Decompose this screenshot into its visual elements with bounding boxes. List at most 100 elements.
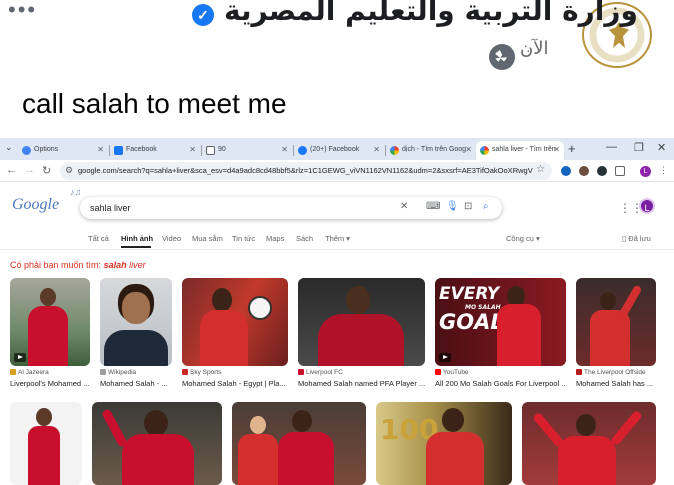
filter-video[interactable]: Video (162, 234, 181, 243)
player-shirt (318, 314, 404, 366)
new-tab-plus-icon[interactable]: + (568, 141, 576, 156)
tab-facebook-notifications[interactable]: (20+) Facebook ✕ (294, 141, 384, 160)
extension-icon[interactable] (561, 166, 571, 176)
close-tab-icon[interactable]: ✕ (97, 145, 104, 154)
filter-shopping[interactable]: Mua sắm (192, 234, 223, 243)
result-thumbnail[interactable] (576, 278, 656, 366)
filter-news[interactable]: Tin tức (232, 234, 255, 243)
player-shirt (590, 310, 630, 366)
tab-label: Options (34, 146, 59, 153)
google-logo[interactable]: Google ♪♫ (12, 187, 81, 214)
google-account-avatar[interactable]: L (639, 198, 655, 214)
close-tab-icon[interactable]: ✕ (465, 145, 472, 154)
result-thumbnail[interactable] (232, 402, 366, 485)
result-thumbnail[interactable] (10, 278, 90, 366)
forward-arrow-icon[interactable]: → (24, 164, 35, 176)
source-name: The Liverpool Offside (584, 369, 646, 376)
filter-more[interactable]: Thêm ▾ (325, 234, 350, 243)
filter-maps[interactable]: Maps (266, 234, 284, 243)
clear-search-icon[interactable]: ✕ (400, 201, 408, 212)
back-arrow-icon[interactable]: ← (6, 164, 17, 176)
did-you-mean[interactable]: Có phải bạn muốn tìm: salah liver (10, 260, 146, 270)
browser-profile-avatar[interactable]: L (640, 166, 651, 177)
site-info-icon[interactable]: ⚙ (65, 165, 73, 176)
browser-menu-icon[interactable]: ⋮ (659, 165, 668, 176)
result-thumbnail[interactable]: EVERY MO SALAH GOAL (435, 278, 566, 366)
source-name: Liverpool FC (306, 369, 343, 376)
image-result[interactable] (232, 402, 366, 485)
tools-menu[interactable]: Công cụ ▾ (506, 234, 540, 243)
result-caption[interactable]: Liverpool's Mohamed ... (10, 379, 92, 388)
tab-search-chevron-icon[interactable]: ⌄ (5, 142, 13, 153)
tab-90[interactable]: 90 ✕ (202, 141, 292, 160)
address-bar[interactable]: ⚙ google.com/search?q=sahla+liver&sca_es… (60, 162, 552, 180)
search-icon[interactable]: ⌕ (483, 201, 489, 212)
post-time[interactable]: الآن (520, 38, 549, 59)
search-filter-bar: Tất cả Hình ảnh Video Mua sắm Tin tức Ma… (0, 232, 674, 248)
extension-icon[interactable] (597, 166, 607, 176)
source-favicon-icon (10, 369, 16, 375)
filter-images[interactable]: Hình ảnh (121, 234, 153, 243)
search-box[interactable]: ✕ ⌨ 🎙 ⊡ ⌕ (80, 197, 502, 219)
page-name[interactable]: وزارة التربية والتعليم المصرية (224, 0, 638, 27)
options-tab-icon (22, 146, 31, 155)
result-thumbnail[interactable] (10, 402, 82, 485)
image-result[interactable] (522, 402, 656, 485)
bookmark-icon: ▯ (622, 234, 627, 243)
extensions-puzzle-icon[interactable] (615, 166, 625, 176)
image-result[interactable]: Wikipedia Mohamed Salah - ... (100, 278, 172, 393)
player-head (346, 286, 370, 314)
player-shirt (278, 432, 334, 485)
result-thumbnail[interactable] (298, 278, 425, 366)
result-thumbnail[interactable] (522, 402, 656, 485)
result-caption[interactable]: All 200 Mo Salah Goals For Liverpool ... (435, 379, 566, 388)
minimize-icon[interactable]: — (606, 141, 617, 153)
result-caption[interactable]: Mohamed Salah named PFA Player ... (298, 379, 425, 388)
image-result[interactable]: Liverpool FC Mohamed Salah named PFA Pla… (298, 278, 425, 393)
search-input[interactable] (88, 201, 388, 215)
close-tab-icon[interactable]: ✕ (373, 145, 380, 154)
microphone-icon[interactable]: 🎙 (446, 201, 459, 212)
tab-facebook[interactable]: Facebook ✕ (110, 141, 200, 160)
tab-google-translate-search[interactable]: dịch - Tìm trên Goog ✕ (386, 141, 476, 160)
result-caption[interactable]: Mohamed Salah has ... (576, 379, 656, 388)
keyboard-icon[interactable]: ⌨ (426, 201, 440, 212)
result-caption[interactable]: Mohamed Salah - Egypt | Pla... (182, 379, 288, 388)
result-source: Sky Sports (182, 369, 221, 376)
maximize-icon[interactable]: ❐ (634, 141, 644, 154)
more-options-icon[interactable]: ••• (8, 0, 37, 21)
image-result[interactable]: The Liverpool Offside Mohamed Salah has … (576, 278, 656, 393)
player-raised-arm (610, 409, 643, 447)
tab-label: dịch - Tìm trên Goog (402, 146, 467, 153)
filter-books[interactable]: Sách (296, 234, 313, 243)
close-tab-icon[interactable]: ✕ (553, 145, 560, 154)
browser-window: ⌄ Options ✕ Facebook ✕ 90 ✕ (20+) Facebo… (0, 138, 674, 485)
result-caption[interactable]: Mohamed Salah - ... (100, 379, 172, 388)
close-tab-icon[interactable]: ✕ (281, 145, 288, 154)
image-result[interactable] (92, 402, 222, 485)
tab-options[interactable]: Options ✕ (18, 141, 108, 160)
lens-camera-icon[interactable]: ⊡ (464, 201, 472, 212)
post-text: call salah to meet me (22, 88, 287, 119)
image-result[interactable]: Sky Sports Mohamed Salah - Egypt | Pla..… (182, 278, 288, 393)
image-result[interactable]: 100 (376, 402, 512, 485)
result-thumbnail[interactable]: 100 (376, 402, 512, 485)
image-result[interactable] (10, 402, 82, 485)
result-source: YouTube (435, 369, 469, 376)
tab-label: (20+) Facebook (310, 146, 360, 153)
close-window-icon[interactable]: ✕ (657, 141, 666, 154)
tab-sahla-liver-active[interactable]: sahla liver - Tìm trên ✕ (476, 141, 564, 160)
close-tab-icon[interactable]: ✕ (189, 145, 196, 154)
image-result[interactable]: EVERY MO SALAH GOAL YouTube All 200 Mo S… (435, 278, 566, 393)
result-thumbnail[interactable] (182, 278, 288, 366)
saved-button[interactable]: ▯ Đã lưu (622, 234, 651, 243)
player-shirt (200, 310, 248, 366)
filter-all[interactable]: Tất cả (88, 234, 109, 243)
result-thumbnail[interactable] (92, 402, 222, 485)
reload-icon[interactable]: ↻ (42, 164, 51, 177)
extension-icon[interactable] (579, 166, 589, 176)
source-favicon-icon (298, 369, 304, 375)
image-result[interactable]: Al Jazeera Liverpool's Mohamed ... (10, 278, 90, 393)
result-thumbnail[interactable] (100, 278, 172, 366)
bookmark-star-icon[interactable]: ☆ (536, 164, 545, 175)
